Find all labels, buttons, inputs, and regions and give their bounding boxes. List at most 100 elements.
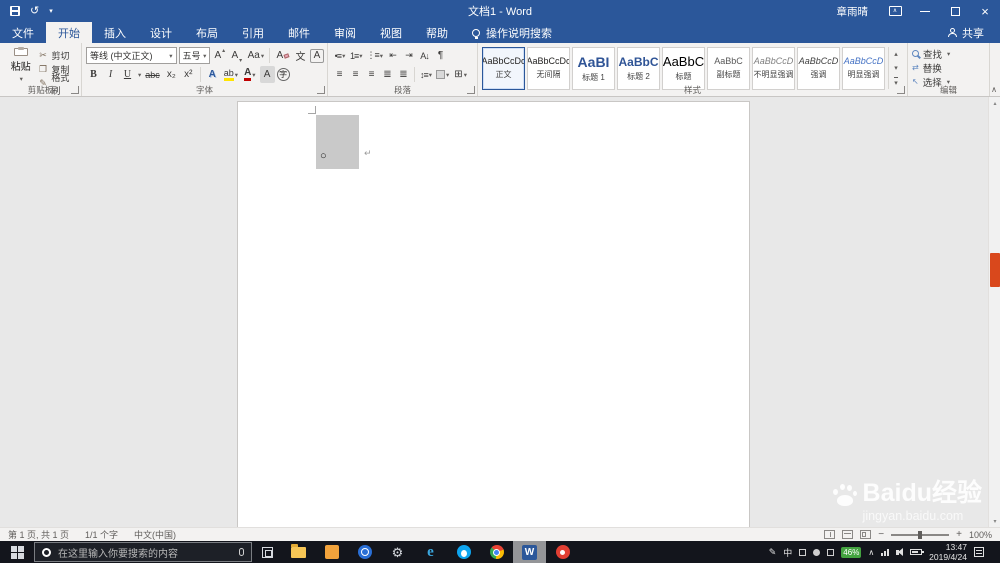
font-color-button[interactable]: A ▾	[242, 66, 258, 83]
tell-me-search[interactable]: 操作说明搜索	[460, 22, 564, 43]
save-icon[interactable]	[10, 6, 20, 16]
style-item-intense-emphasis[interactable]: AaBbCcD 明显强调	[842, 47, 885, 90]
font-name-select[interactable]: 等线 (中文正文) ▾	[86, 47, 177, 64]
tab-file[interactable]: 文件	[0, 22, 46, 43]
undo-icon[interactable]: ↺	[30, 5, 39, 17]
character-border-button[interactable]: A	[309, 48, 324, 63]
selected-object[interactable]: ○	[316, 115, 359, 169]
style-item-title[interactable]: AaBbC 标题	[662, 47, 705, 90]
zoom-level[interactable]: 100%	[969, 530, 992, 540]
taskbar-app-edge[interactable]: e	[414, 541, 447, 563]
character-shading-button[interactable]: A	[259, 66, 275, 83]
enclose-characters-button[interactable]: 字	[276, 68, 290, 81]
ribbon-display-options-button[interactable]: ∧	[880, 0, 910, 22]
tab-mailings[interactable]: 邮件	[276, 22, 322, 43]
clock[interactable]: 13:47 2019/4/24	[929, 542, 967, 562]
change-case-button[interactable]: Aa ▾	[246, 47, 265, 64]
styles-dialog-launcher[interactable]	[897, 86, 905, 94]
increase-indent-button[interactable]: ⇥	[401, 47, 416, 64]
word-count[interactable]: 1/1 个字	[85, 528, 118, 541]
tab-references[interactable]: 引用	[230, 22, 276, 43]
align-left-button[interactable]: ≡	[332, 66, 347, 83]
scroll-up-icon[interactable]: ▴	[989, 97, 1000, 109]
document-page[interactable]: ○ ↵	[237, 101, 750, 527]
zoom-out-button[interactable]: −	[878, 529, 884, 540]
account-user-name[interactable]: 章雨晴	[837, 4, 869, 19]
zoom-slider[interactable]	[891, 530, 950, 539]
style-item-heading2[interactable]: AaBbC 标题 2	[617, 47, 660, 90]
replace-button[interactable]: ⇄ 替换	[912, 61, 986, 75]
maximize-button[interactable]	[940, 0, 970, 22]
tab-view[interactable]: 视图	[368, 22, 414, 43]
align-right-button[interactable]: ≡	[364, 66, 379, 83]
decrease-indent-button[interactable]: ⇤	[385, 47, 400, 64]
cut-button[interactable]: ✂ 剪切	[38, 49, 78, 62]
strikethrough-button[interactable]: abc	[143, 66, 162, 83]
taskbar-app-blue-circle[interactable]	[348, 541, 381, 563]
justify-button[interactable]: ≣	[380, 66, 395, 83]
font-dialog-launcher[interactable]	[317, 86, 325, 94]
highlight-color-button[interactable]: ab ▾	[222, 66, 240, 83]
italic-button[interactable]: I	[103, 66, 118, 83]
network-icon[interactable]	[881, 548, 890, 556]
web-layout-icon[interactable]	[860, 530, 872, 539]
tray-icon-1[interactable]	[799, 548, 807, 556]
notification-center-icon[interactable]	[974, 547, 984, 557]
taskbar-app-word-active[interactable]: W	[513, 541, 546, 563]
find-button[interactable]: 查找 ▾	[912, 47, 986, 61]
text-effects-button[interactable]: A	[205, 66, 220, 83]
tray-icon-2[interactable]	[813, 548, 821, 556]
print-layout-icon[interactable]	[842, 530, 854, 539]
start-button[interactable]	[0, 541, 34, 563]
bold-button[interactable]: B	[86, 66, 101, 83]
scrollbar-thumb[interactable]	[990, 253, 1000, 287]
paste-button[interactable]: 粘贴 ▾	[4, 46, 38, 83]
tab-help[interactable]: 帮助	[414, 22, 460, 43]
select-button[interactable]: ↖ 选择 ▾	[912, 75, 986, 89]
numbering-button[interactable]: 1≡ ▾	[348, 47, 364, 64]
style-item-normal[interactable]: AaBbCcDc 正文	[482, 47, 525, 90]
zoom-in-button[interactable]: +	[956, 529, 962, 540]
tab-insert[interactable]: 插入	[92, 22, 138, 43]
tab-design[interactable]: 设计	[138, 22, 184, 43]
taskbar-app-file-explorer[interactable]	[282, 541, 315, 563]
phonetic-guide-button[interactable]: 文	[293, 47, 308, 64]
battery-percentage-badge[interactable]: 46%	[841, 546, 862, 558]
multilevel-list-button[interactable]: ⋮≡ ▾	[365, 47, 385, 64]
vertical-scrollbar[interactable]: ▴ ▾	[988, 97, 1000, 527]
show-hide-marks-button[interactable]: ¶	[433, 47, 448, 64]
taskbar-search-box[interactable]: 在这里输入你要搜索的内容	[34, 542, 252, 562]
tab-review[interactable]: 审阅	[322, 22, 368, 43]
clipboard-dialog-launcher[interactable]	[71, 86, 79, 94]
zoom-slider-thumb[interactable]	[918, 530, 923, 539]
microphone-icon[interactable]	[239, 548, 244, 556]
taskbar-app-yellow[interactable]	[315, 541, 348, 563]
borders-button[interactable]: ⊞ ▾	[452, 66, 469, 83]
distribute-button[interactable]: ≣	[396, 66, 411, 83]
styles-scroll-up-button[interactable]: ▴	[889, 47, 903, 61]
grow-font-button[interactable]: A ▴	[212, 47, 227, 64]
read-mode-icon[interactable]	[824, 530, 836, 539]
underline-button[interactable]: U	[120, 66, 135, 83]
ime-indicator[interactable]: 中	[783, 546, 792, 559]
style-item-subtitle[interactable]: AaBbC 副标题	[707, 47, 750, 90]
taskbar-app-qq[interactable]	[447, 541, 480, 563]
paragraph-dialog-launcher[interactable]	[467, 86, 475, 94]
style-item-heading1[interactable]: AaBI 标题 1	[572, 47, 615, 90]
styles-scroll-down-button[interactable]: ▾	[889, 61, 903, 75]
page-indicator[interactable]: 第 1 页, 共 1 页	[8, 528, 69, 541]
tab-layout[interactable]: 布局	[184, 22, 230, 43]
shrink-font-button[interactable]: A ▾	[229, 47, 244, 64]
tray-icon-3[interactable]	[827, 548, 835, 556]
taskbar-app-chrome[interactable]	[480, 541, 513, 563]
hidden-icons-chevron[interactable]: ∧	[868, 548, 874, 557]
tray-pen-icon[interactable]: ✎	[769, 547, 777, 558]
taskbar-app-settings[interactable]: ⚙	[381, 541, 414, 563]
align-center-button[interactable]: ≡	[348, 66, 363, 83]
subscript-button[interactable]: x₂	[164, 66, 179, 83]
superscript-button[interactable]: x²	[181, 66, 196, 83]
shading-button[interactable]: ▾	[434, 66, 451, 83]
minimize-button[interactable]	[910, 0, 940, 22]
qat-customize-icon[interactable]: ▾	[49, 8, 53, 15]
taskbar-app-red-circle[interactable]	[546, 541, 579, 563]
